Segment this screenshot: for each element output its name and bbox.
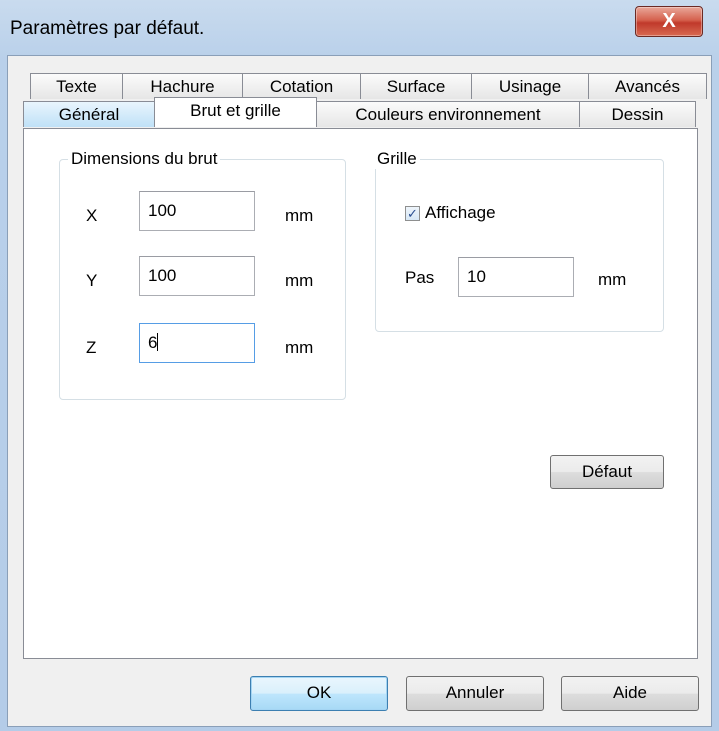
tab-usinage[interactable]: Usinage [471, 73, 589, 99]
tab-dessin[interactable]: Dessin [579, 101, 696, 127]
tab-cotation[interactable]: Cotation [242, 73, 361, 99]
grille-group: Grille ✓ Affichage Pas 10 mm [374, 149, 664, 332]
tab-panel: Dimensions du brut X 100 mm Y 100 mm Z 6… [23, 128, 698, 659]
tab-avances[interactable]: Avancés [588, 73, 707, 99]
tab-surface[interactable]: Surface [360, 73, 472, 99]
z-unit: mm [285, 338, 314, 357]
pas-label: Pas [405, 268, 435, 287]
defaut-button[interactable]: Défaut [550, 455, 664, 489]
tab-hachure[interactable]: Hachure [122, 73, 243, 99]
pas-unit: mm [598, 270, 627, 289]
dimensions-brut-title: Dimensions du brut [68, 149, 221, 169]
y-unit: mm [285, 271, 314, 290]
tabs-row-2: Général Brut et grille Couleurs environn… [23, 97, 696, 127]
annuler-button[interactable]: Annuler [406, 676, 544, 711]
z-input-value: 6 [148, 333, 158, 352]
z-input[interactable]: 6 [139, 323, 255, 363]
z-label: Z [86, 338, 97, 357]
tab-brut-et-grille[interactable]: Brut et grille [154, 97, 317, 127]
y-input[interactable]: 100 [139, 256, 255, 296]
y-label: Y [86, 271, 98, 290]
ok-button[interactable]: OK [250, 676, 388, 711]
close-button[interactable]: X [635, 6, 703, 37]
window-title: Paramètres par défaut. [10, 18, 205, 39]
close-icon: X [662, 10, 676, 32]
tab-texte[interactable]: Texte [30, 73, 123, 99]
affichage-label: Affichage [425, 203, 496, 222]
text-caret [157, 333, 159, 351]
affichage-checkbox[interactable]: ✓ [405, 206, 420, 221]
tab-general[interactable]: Général [23, 101, 155, 127]
dialog-window: Paramètres par défaut. X Texte Hachure C… [0, 0, 719, 731]
x-input[interactable]: 100 [139, 191, 255, 231]
checkmark-icon: ✓ [407, 205, 418, 221]
x-label: X [86, 206, 98, 225]
aide-button[interactable]: Aide [561, 676, 699, 711]
dimensions-brut-group: Dimensions du brut X 100 mm Y 100 mm Z 6… [59, 149, 346, 400]
tabs-row-1: Texte Hachure Cotation Surface Usinage A… [30, 73, 707, 99]
grille-title: Grille [374, 149, 420, 169]
pas-input[interactable]: 10 [458, 257, 574, 297]
tab-couleurs-environnement[interactable]: Couleurs environnement [316, 101, 580, 127]
x-unit: mm [285, 206, 314, 225]
